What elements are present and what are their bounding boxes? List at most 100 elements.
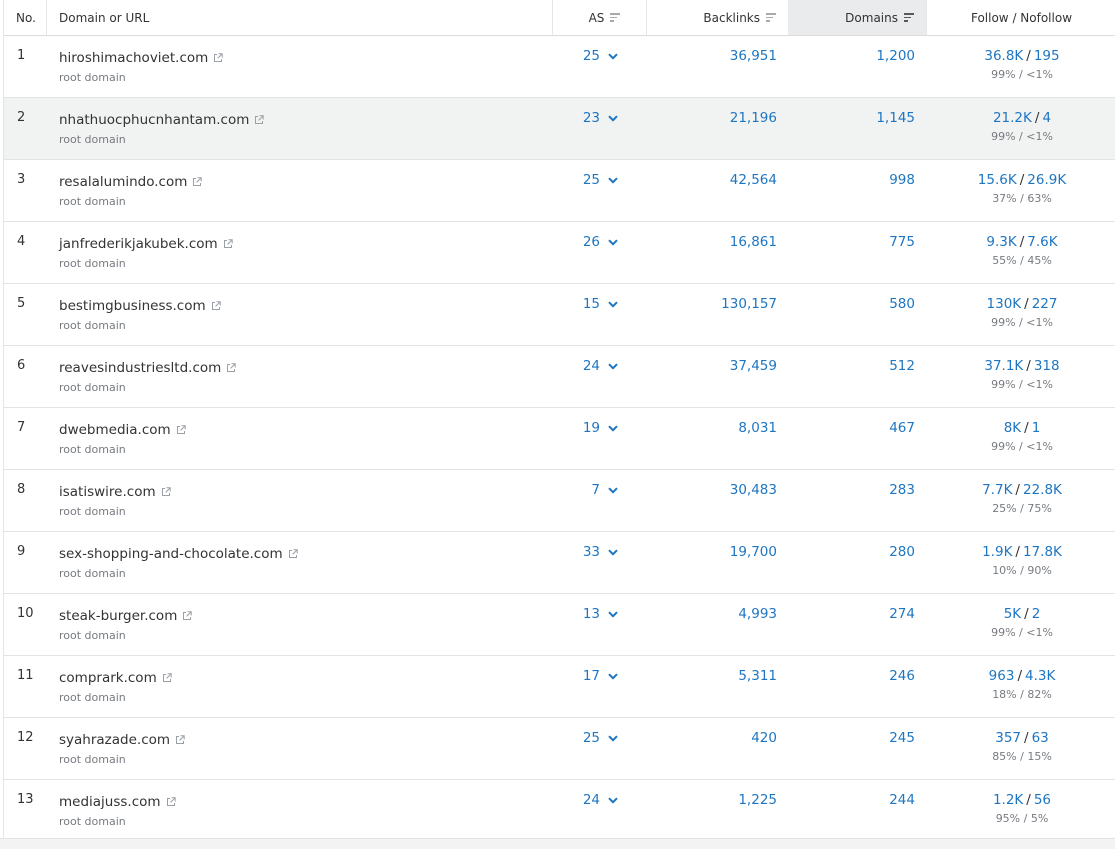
follow-count[interactable]: 1.9K bbox=[982, 544, 1012, 560]
header-domains[interactable]: Domains bbox=[788, 0, 926, 35]
backlinks-count[interactable]: 1,225 bbox=[738, 792, 777, 808]
authority-score[interactable]: 23 bbox=[583, 110, 618, 126]
follow-count[interactable]: 7.7K bbox=[982, 482, 1012, 498]
nofollow-count[interactable]: 318 bbox=[1034, 358, 1060, 374]
nofollow-count[interactable]: 26.9K bbox=[1027, 172, 1066, 188]
external-link-icon[interactable] bbox=[182, 606, 193, 625]
external-link-icon[interactable] bbox=[175, 730, 185, 749]
authority-score[interactable]: 7 bbox=[591, 482, 618, 498]
domain-link[interactable]: resalalumindo.com bbox=[59, 174, 187, 190]
backlinks-count[interactable]: 130,157 bbox=[721, 296, 777, 312]
domain-link[interactable]: bestimgbusiness.com bbox=[59, 298, 206, 314]
nofollow-count[interactable]: 227 bbox=[1032, 296, 1058, 312]
domains-count[interactable]: 244 bbox=[889, 792, 915, 808]
authority-score[interactable]: 13 bbox=[583, 606, 618, 622]
external-link-icon[interactable] bbox=[176, 420, 186, 439]
nofollow-count[interactable]: 7.6K bbox=[1027, 234, 1057, 250]
backlinks-count[interactable]: 420 bbox=[751, 730, 777, 746]
domain-link[interactable]: dwebmedia.com bbox=[59, 422, 171, 438]
nofollow-count[interactable]: 2 bbox=[1032, 606, 1041, 622]
nofollow-count[interactable]: 63 bbox=[1032, 730, 1049, 746]
domains-count[interactable]: 467 bbox=[889, 420, 915, 436]
nofollow-count[interactable]: 22.8K bbox=[1023, 482, 1062, 498]
header-as[interactable]: AS bbox=[552, 0, 646, 35]
domains-count[interactable]: 245 bbox=[889, 730, 915, 746]
backlinks-count[interactable]: 36,951 bbox=[730, 48, 777, 64]
external-link-icon[interactable] bbox=[192, 172, 203, 191]
follow-count[interactable]: 8K bbox=[1004, 420, 1021, 436]
domain-link[interactable]: steak-burger.com bbox=[59, 608, 177, 624]
chevron-down-icon[interactable] bbox=[608, 358, 618, 374]
domain-link[interactable]: comprark.com bbox=[59, 670, 157, 686]
chevron-down-icon[interactable] bbox=[608, 544, 618, 560]
chevron-down-icon[interactable] bbox=[608, 420, 618, 436]
nofollow-count[interactable]: 4.3K bbox=[1025, 668, 1055, 684]
authority-score[interactable]: 17 bbox=[583, 668, 618, 684]
backlinks-count[interactable]: 21,196 bbox=[730, 110, 777, 126]
chevron-down-icon[interactable] bbox=[608, 482, 618, 498]
domain-link[interactable]: reavesindustriesltd.com bbox=[59, 360, 221, 376]
external-link-icon[interactable] bbox=[226, 358, 236, 377]
backlinks-count[interactable]: 4,993 bbox=[738, 606, 777, 622]
chevron-down-icon[interactable] bbox=[608, 110, 618, 126]
domains-count[interactable]: 998 bbox=[889, 172, 915, 188]
chevron-down-icon[interactable] bbox=[608, 48, 618, 64]
authority-score[interactable]: 15 bbox=[583, 296, 618, 312]
follow-count[interactable]: 15.6K bbox=[978, 172, 1017, 188]
domains-count[interactable]: 246 bbox=[889, 668, 915, 684]
chevron-down-icon[interactable] bbox=[608, 606, 618, 622]
follow-count[interactable]: 130K bbox=[987, 296, 1022, 312]
follow-count[interactable]: 37.1K bbox=[984, 358, 1023, 374]
domains-count[interactable]: 775 bbox=[889, 234, 915, 250]
domains-count[interactable]: 1,145 bbox=[876, 110, 915, 126]
backlinks-count[interactable]: 30,483 bbox=[730, 482, 777, 498]
horizontal-scrollbar[interactable] bbox=[0, 838, 1115, 849]
nofollow-count[interactable]: 56 bbox=[1034, 792, 1051, 808]
authority-score[interactable]: 25 bbox=[583, 48, 618, 64]
domain-link[interactable]: mediajuss.com bbox=[59, 794, 161, 810]
follow-count[interactable]: 5K bbox=[1004, 606, 1021, 622]
authority-score[interactable]: 19 bbox=[583, 420, 618, 436]
domain-link[interactable]: sex-shopping-and-chocolate.com bbox=[59, 546, 283, 562]
authority-score[interactable]: 24 bbox=[583, 792, 618, 808]
follow-count[interactable]: 9.3K bbox=[986, 234, 1016, 250]
authority-score[interactable]: 33 bbox=[583, 544, 618, 560]
follow-count[interactable]: 357 bbox=[995, 730, 1021, 746]
backlinks-count[interactable]: 37,459 bbox=[730, 358, 777, 374]
domains-count[interactable]: 280 bbox=[889, 544, 915, 560]
backlinks-count[interactable]: 42,564 bbox=[730, 172, 777, 188]
nofollow-count[interactable]: 17.8K bbox=[1023, 544, 1062, 560]
follow-count[interactable]: 36.8K bbox=[984, 48, 1023, 64]
chevron-down-icon[interactable] bbox=[608, 172, 618, 188]
authority-score[interactable]: 26 bbox=[583, 234, 618, 250]
backlinks-count[interactable]: 16,861 bbox=[730, 234, 777, 250]
header-backlinks[interactable]: Backlinks bbox=[646, 0, 788, 35]
domain-link[interactable]: isatiswire.com bbox=[59, 484, 156, 500]
external-link-icon[interactable] bbox=[213, 48, 223, 67]
chevron-down-icon[interactable] bbox=[608, 792, 618, 808]
domains-count[interactable]: 580 bbox=[889, 296, 915, 312]
authority-score[interactable]: 25 bbox=[583, 172, 618, 188]
external-link-icon[interactable] bbox=[211, 296, 221, 315]
backlinks-count[interactable]: 5,311 bbox=[738, 668, 777, 684]
follow-count[interactable]: 1.2K bbox=[993, 792, 1023, 808]
external-link-icon[interactable] bbox=[162, 668, 172, 687]
external-link-icon[interactable] bbox=[161, 482, 171, 501]
domain-link[interactable]: syahrazade.com bbox=[59, 732, 170, 748]
external-link-icon[interactable] bbox=[166, 792, 176, 811]
external-link-icon[interactable] bbox=[254, 110, 265, 129]
domains-count[interactable]: 512 bbox=[889, 358, 915, 374]
domain-link[interactable]: janfrederikjakubek.com bbox=[59, 236, 218, 252]
external-link-icon[interactable] bbox=[288, 544, 298, 563]
nofollow-count[interactable]: 195 bbox=[1034, 48, 1060, 64]
domains-count[interactable]: 283 bbox=[889, 482, 915, 498]
chevron-down-icon[interactable] bbox=[608, 668, 618, 684]
nofollow-count[interactable]: 1 bbox=[1032, 420, 1041, 436]
external-link-icon[interactable] bbox=[223, 234, 233, 253]
authority-score[interactable]: 25 bbox=[583, 730, 618, 746]
domains-count[interactable]: 274 bbox=[889, 606, 915, 622]
backlinks-count[interactable]: 19,700 bbox=[730, 544, 777, 560]
chevron-down-icon[interactable] bbox=[608, 730, 618, 746]
domains-count[interactable]: 1,200 bbox=[876, 48, 915, 64]
chevron-down-icon[interactable] bbox=[608, 234, 618, 250]
